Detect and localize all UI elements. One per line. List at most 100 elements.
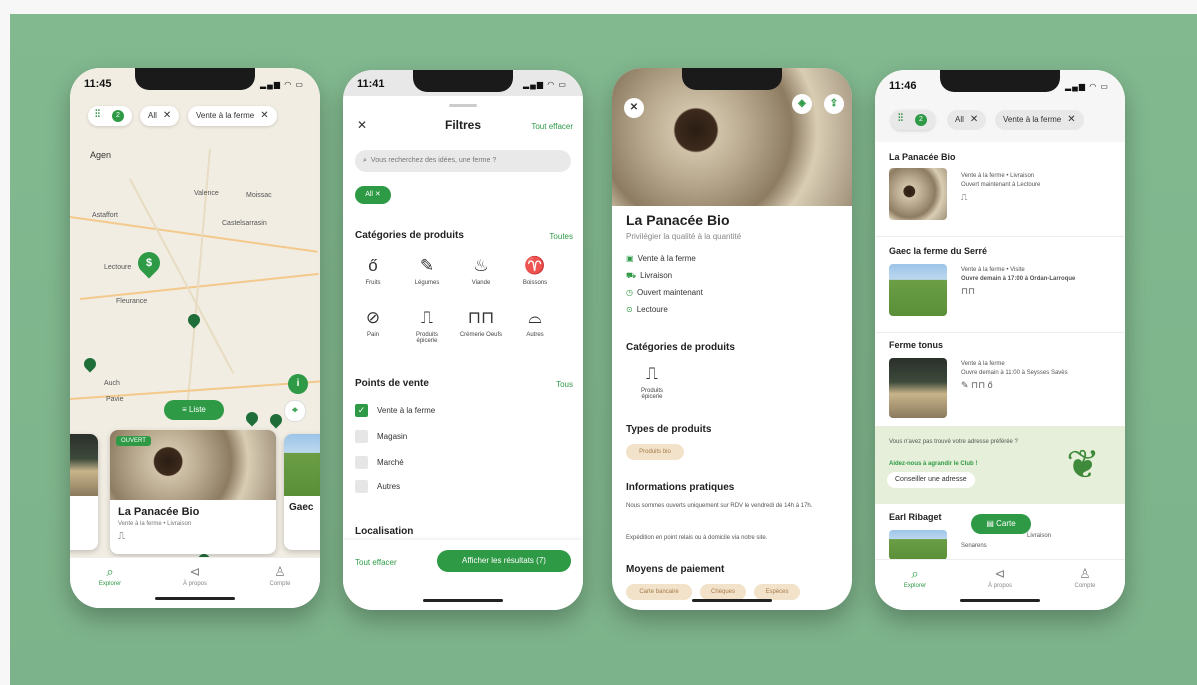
search-icon: ⌕ xyxy=(106,564,114,579)
chip-all[interactable]: All ✕ xyxy=(947,110,987,130)
checkbox-marche[interactable] xyxy=(355,456,368,469)
close-icon[interactable]: ✕ xyxy=(970,114,978,125)
map-button[interactable]: ▤ Carte xyxy=(971,514,1031,534)
practical-text: Expédition en point relais ou à domicile… xyxy=(626,535,768,541)
directions-icon[interactable]: ◈ xyxy=(792,94,812,114)
promo-banner: Vous n'avez pas trouvé votre adresse pré… xyxy=(875,426,1125,504)
checkbox-label: Autres xyxy=(377,482,401,491)
payment-pill: Carte bancaire xyxy=(626,584,692,600)
filter-icon: ⫶⫶ xyxy=(898,113,903,124)
list-item-line: Vente à la ferme • Visite xyxy=(961,267,1025,273)
home-indicator xyxy=(692,599,772,602)
locate-icon[interactable]: ⌖ xyxy=(284,400,306,422)
category-epicerie[interactable]: ⎍ Produits épicerie xyxy=(405,308,449,344)
map-card-prev[interactable] xyxy=(70,434,98,550)
notch xyxy=(682,68,782,90)
chip-vente[interactable]: Vente à la ferme ✕ xyxy=(995,110,1084,130)
category-epicerie: ⎍ Produits épicerie xyxy=(630,364,674,400)
delivery-icon: ⛟ xyxy=(626,271,637,280)
info-icon[interactable]: i xyxy=(288,374,308,394)
list-item-title[interactable]: La Panacée Bio xyxy=(889,152,956,162)
list-item-image[interactable] xyxy=(889,358,947,418)
category-autres[interactable]: ⌓ Autres xyxy=(513,308,557,338)
list-item-line: Ouvert maintenant à Lectoure xyxy=(961,182,1041,188)
category-label: Viande xyxy=(471,280,491,286)
status-time: 11:46 xyxy=(889,80,917,92)
list-item-title[interactable]: Gaec la ferme du Serré xyxy=(889,246,987,256)
farm-icon: ▣ xyxy=(626,254,634,263)
close-icon[interactable]: ✕ xyxy=(375,191,381,198)
place-label: Castelsarrasin xyxy=(222,220,267,227)
suggest-address-button[interactable]: Conseiller une adresse xyxy=(887,472,975,488)
chip-all[interactable]: All ✕ xyxy=(140,106,180,126)
tab-explorer[interactable]: ⌕ Explorer xyxy=(885,566,945,589)
show-results-button[interactable]: Afficher les résultats (7) xyxy=(437,550,571,572)
list-item-title[interactable]: Earl Ribaget xyxy=(889,512,942,522)
product-icons: ✎ ⊓⊓ ő xyxy=(961,380,993,390)
filter-button[interactable]: ⫶⫶ 2 xyxy=(88,106,132,126)
phone-map: Agen Valence Moissac Astaffort Castelsar… xyxy=(70,68,320,608)
open-badge: OUVERT xyxy=(116,436,151,446)
place-label: Fleurance xyxy=(116,298,148,305)
share-icon[interactable]: ⇪ xyxy=(824,94,844,114)
map-card-next[interactable]: Gaec xyxy=(284,434,320,550)
user-icon: ♙ xyxy=(274,564,286,579)
category-viande[interactable]: ♨ Viande xyxy=(459,256,503,286)
info-row[interactable]: ⊙ Lectoure xyxy=(626,305,668,314)
promo-link[interactable]: Aidez-nous à agrandir le Club ! xyxy=(889,460,977,468)
clear-all-link[interactable]: Tout effacer xyxy=(531,122,573,131)
localisation-title: Localisation xyxy=(355,526,414,537)
list-item-image[interactable] xyxy=(889,264,947,316)
place-title: La Panacée Bio xyxy=(626,212,730,228)
category-cremerie[interactable]: ⊓⊓ Crèmerie Oeufs xyxy=(459,308,503,338)
category-label: Produits épicerie xyxy=(640,388,663,400)
checkbox-magasin[interactable] xyxy=(355,430,368,443)
categories-all-link[interactable]: Toutes xyxy=(549,232,573,241)
category-pain[interactable]: ⊘ Pain xyxy=(351,308,395,338)
drumstick-icon: ♨ xyxy=(473,256,489,275)
chip-vente[interactable]: Vente à la ferme ✕ xyxy=(188,106,277,126)
selected-chip-all[interactable]: All ✕ xyxy=(355,186,391,204)
list-button[interactable]: ≡ Liste xyxy=(164,400,224,420)
points-all-link[interactable]: Tous xyxy=(556,380,573,389)
map-icon: ▤ xyxy=(986,519,997,528)
clear-all-bottom[interactable]: Tout effacer xyxy=(355,558,397,567)
category-label: Pain xyxy=(366,332,379,338)
info-row: ⛟ Livraison xyxy=(626,271,672,281)
close-icon[interactable]: ✕ xyxy=(1067,114,1075,125)
tab-explorer[interactable]: ⌕ Explorer xyxy=(80,564,140,587)
place-label: Auch xyxy=(104,380,120,387)
place-label: Astaffort xyxy=(92,212,118,219)
search-input[interactable]: ⌕ Vous recherchez des idées, une ferme ? xyxy=(355,150,571,172)
map-pin[interactable] xyxy=(243,409,261,427)
notch xyxy=(940,70,1060,92)
map-pin-selected[interactable]: $ xyxy=(133,247,165,279)
map-button-label: Carte xyxy=(996,519,1016,528)
map-pin[interactable] xyxy=(81,355,99,373)
list-item-line: Livraison xyxy=(1027,533,1052,539)
place-label: Agen xyxy=(90,150,112,160)
list-item-title[interactable]: Ferme tonus xyxy=(889,340,943,350)
map-card-selected[interactable]: OUVERT La Panacée Bio Vente à la ferme •… xyxy=(110,430,276,554)
practical-title: Informations pratiques xyxy=(626,482,735,493)
tab-about[interactable]: ⊲ À propos xyxy=(970,566,1030,589)
type-pill: Produits bio xyxy=(626,444,684,460)
category-legumes[interactable]: ✎ Légumes xyxy=(405,256,449,286)
home-indicator xyxy=(155,597,235,600)
filter-count-badge: 2 xyxy=(915,114,927,126)
chip-label: All xyxy=(148,111,157,120)
map-pin[interactable] xyxy=(267,411,285,429)
close-icon[interactable]: ✕ xyxy=(163,110,171,121)
tab-account[interactable]: ♙ Compte xyxy=(1055,566,1115,589)
checkbox-autres[interactable] xyxy=(355,480,368,493)
category-fruits[interactable]: ő Fruits xyxy=(351,256,395,286)
close-icon[interactable]: ✕ xyxy=(624,98,644,118)
filter-button[interactable]: ⫶⫶ 2 xyxy=(891,110,935,130)
checkbox-vente[interactable]: ✓ xyxy=(355,404,368,417)
close-icon[interactable]: ✕ xyxy=(260,110,268,121)
tab-about[interactable]: ⊲ À propos xyxy=(165,564,225,587)
category-boissons[interactable]: ♈ Boissons xyxy=(513,256,557,286)
list-item-image[interactable] xyxy=(889,530,947,560)
tab-account[interactable]: ♙ Compte xyxy=(250,564,310,587)
list-item-image[interactable] xyxy=(889,168,947,220)
